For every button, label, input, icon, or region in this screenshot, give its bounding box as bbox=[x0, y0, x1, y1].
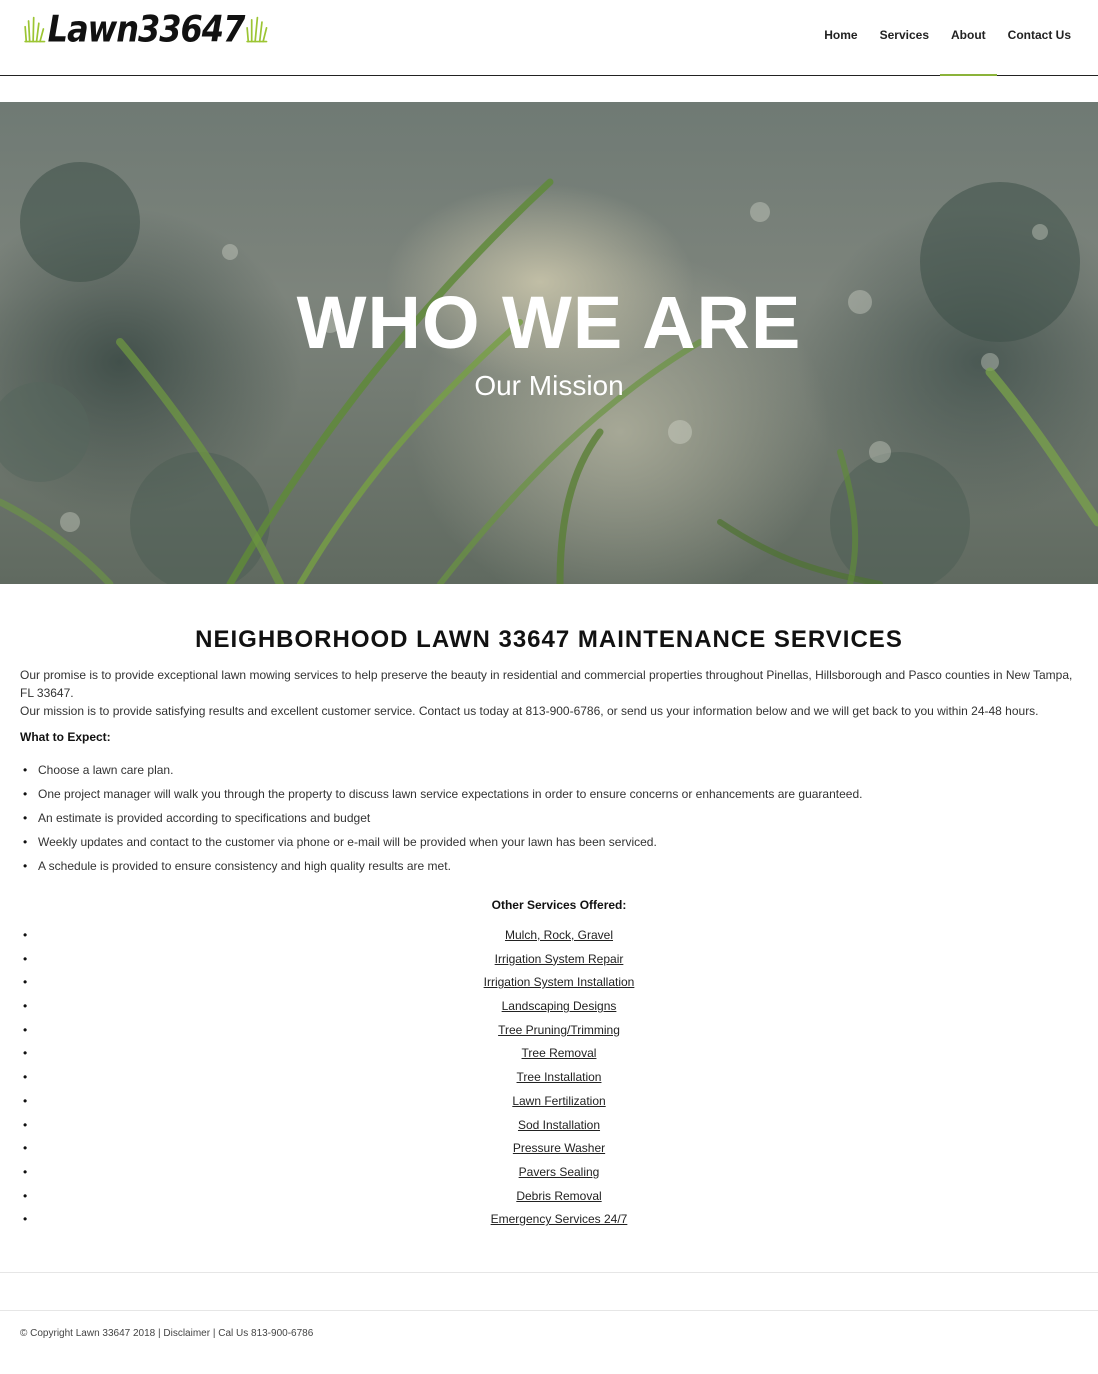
site-header: Lawn33647 Home Services About Contact Us bbox=[0, 0, 1098, 76]
service-item: Tree Installation bbox=[20, 1066, 1078, 1090]
what-to-expect-label: What to Expect: bbox=[20, 730, 111, 744]
service-link[interactable]: Lawn Fertilization bbox=[512, 1094, 605, 1108]
nav-home[interactable]: Home bbox=[813, 0, 868, 75]
nav-services[interactable]: Services bbox=[869, 0, 940, 75]
site-logo[interactable]: Lawn33647 bbox=[24, 4, 268, 54]
service-link[interactable]: Mulch, Rock, Gravel bbox=[505, 928, 613, 942]
hero-banner: WHO WE ARE Our Mission bbox=[0, 102, 1098, 584]
list-item: Choose a lawn care plan. bbox=[20, 758, 1078, 782]
service-link[interactable]: Pavers Sealing bbox=[519, 1165, 600, 1179]
list-item: Weekly updates and contact to the custom… bbox=[20, 830, 1078, 854]
service-link[interactable]: Irrigation System Installation bbox=[484, 975, 635, 989]
section-heading: NEIGHBORHOOD LAWN 33647 MAINTENANCE SERV… bbox=[195, 626, 903, 653]
service-item: Debris Removal bbox=[20, 1185, 1078, 1209]
footer-divider bbox=[0, 1272, 1098, 1273]
hero-subtitle: Our Mission bbox=[474, 370, 624, 401]
grass-icon bbox=[246, 16, 268, 43]
hero-title: WHO WE ARE bbox=[296, 281, 802, 364]
service-item: Pressure Washer bbox=[20, 1137, 1078, 1161]
service-link[interactable]: Emergency Services 24/7 bbox=[491, 1212, 628, 1226]
footer-divider bbox=[0, 1310, 1098, 1311]
nav-contact-us[interactable]: Contact Us bbox=[997, 0, 1082, 75]
intro-line: Our promise is to provide exceptional la… bbox=[20, 668, 1073, 700]
service-item: Landscaping Designs bbox=[20, 995, 1078, 1019]
what-to-expect-list: Choose a lawn care plan. One project man… bbox=[20, 758, 1078, 878]
service-item: Lawn Fertilization bbox=[20, 1090, 1078, 1114]
service-link[interactable]: Sod Installation bbox=[518, 1118, 600, 1132]
list-item: A schedule is provided to ensure consist… bbox=[20, 854, 1078, 878]
intro-line: Our mission is to provide satisfying res… bbox=[20, 704, 1039, 718]
service-item: Irrigation System Installation bbox=[20, 971, 1078, 995]
nav-about[interactable]: About bbox=[940, 0, 997, 76]
service-item: Emergency Services 24/7 bbox=[20, 1208, 1078, 1232]
list-item: An estimate is provided according to spe… bbox=[20, 806, 1078, 830]
main-content: NEIGHBORHOOD LAWN 33647 MAINTENANCE SERV… bbox=[20, 626, 1078, 1232]
list-item: One project manager will walk you throug… bbox=[20, 782, 1078, 806]
logo-text: Lawn33647 bbox=[47, 7, 246, 51]
service-item: Sod Installation bbox=[20, 1114, 1078, 1138]
service-link[interactable]: Landscaping Designs bbox=[502, 999, 617, 1013]
service-link[interactable]: Debris Removal bbox=[516, 1189, 601, 1203]
service-link[interactable]: Pressure Washer bbox=[513, 1141, 605, 1155]
service-link[interactable]: Tree Installation bbox=[517, 1070, 602, 1084]
footer-copyright: © Copyright Lawn 33647 2018 | Disclaimer… bbox=[20, 1328, 314, 1339]
main-nav: Home Services About Contact Us bbox=[813, 0, 1082, 76]
service-link[interactable]: Tree Pruning/Trimming bbox=[498, 1023, 620, 1037]
service-item: Pavers Sealing bbox=[20, 1161, 1078, 1185]
service-item: Tree Pruning/Trimming bbox=[20, 1019, 1078, 1043]
service-link[interactable]: Irrigation System Repair bbox=[495, 952, 624, 966]
other-services-list: Mulch, Rock, Gravel Irrigation System Re… bbox=[20, 924, 1078, 1232]
grass-icon bbox=[24, 16, 46, 43]
intro-paragraph: Our promise is to provide exceptional la… bbox=[20, 666, 1078, 720]
other-services-label: Other Services Offered: bbox=[491, 898, 627, 912]
service-link[interactable]: Tree Removal bbox=[522, 1046, 597, 1060]
service-item: Tree Removal bbox=[20, 1042, 1078, 1066]
service-item: Mulch, Rock, Gravel bbox=[20, 924, 1078, 948]
service-item: Irrigation System Repair bbox=[20, 948, 1078, 972]
